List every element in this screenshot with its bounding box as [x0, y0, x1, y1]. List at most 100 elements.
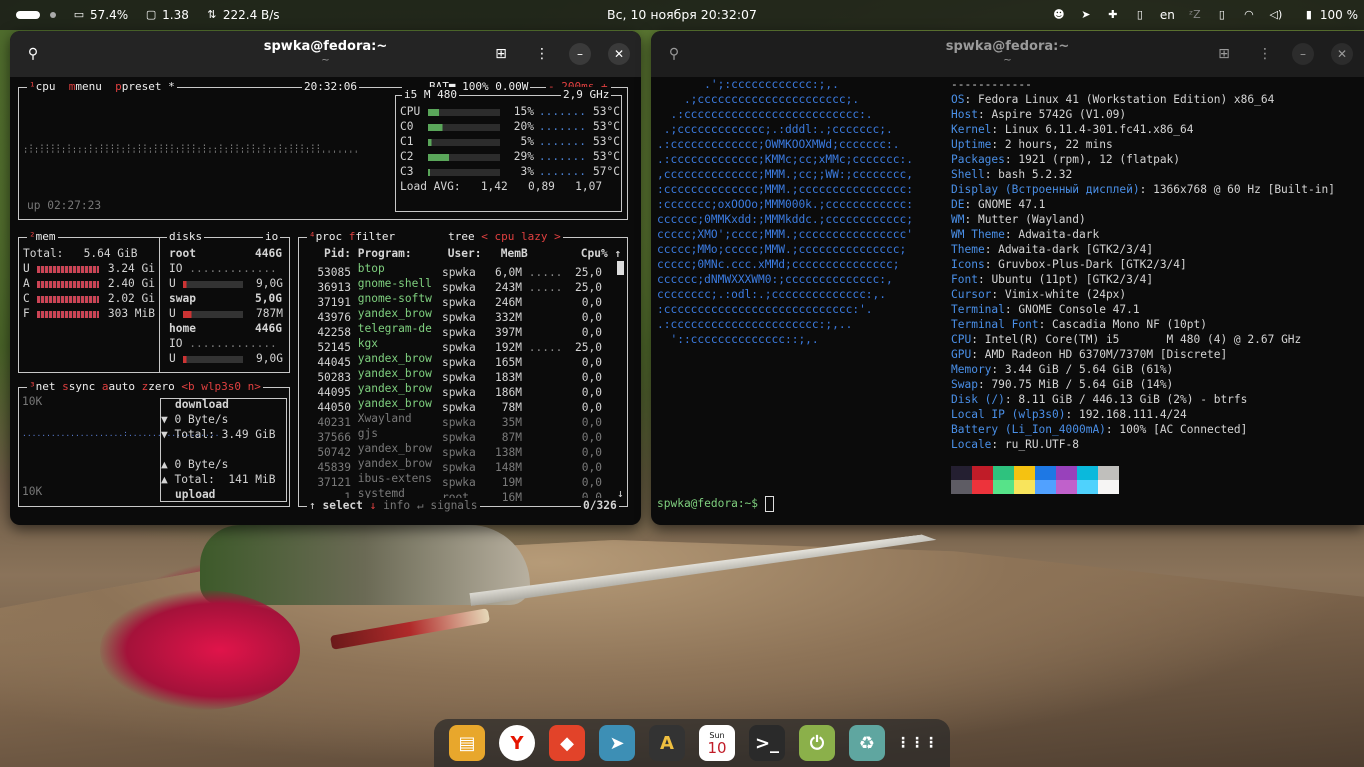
upload-rate: ▲ 0 Byte/s [161, 458, 229, 471]
color-swatch [1014, 466, 1035, 480]
info-row: WM Theme: Adwaita-dark [951, 227, 1335, 242]
wifi-icon[interactable]: ◠ [1242, 9, 1256, 21]
process-name: yandex_brow [351, 352, 432, 365]
cpu-box-tabs[interactable]: ¹cpu mmenu ppreset * [27, 79, 177, 94]
process-name: kgx [351, 337, 378, 350]
close-button[interactable]: ✕ [1331, 43, 1353, 65]
core-name: C0 [400, 120, 414, 133]
color-swatch [1077, 466, 1098, 480]
process-row[interactable]: 44045 yandex_brow spwka 165M 0,0 [303, 351, 602, 369]
color-swatch [1014, 480, 1035, 494]
appstore-app[interactable]: A [649, 725, 685, 761]
phone-icon[interactable]: ▯ [1215, 9, 1229, 21]
app-grid-icon: ⋮⋮⋮ [896, 735, 938, 751]
process-row[interactable]: 36913 gnome-shell spwka 243M ..... 25,0 [303, 276, 602, 294]
volume-icon[interactable]: ◁) [1269, 9, 1283, 21]
info-key: Uptime [951, 138, 992, 151]
minimize-button[interactable]: – [1292, 43, 1314, 65]
btop-terminal-window[interactable]: ⚲ spwka@fedora:~ ~ ⊞ ⋮ – ✕ ¹cpu mmenu pp… [10, 31, 641, 525]
menu-icon[interactable]: ⋮ [1250, 39, 1280, 69]
process-row[interactable]: 40231 Xwayland spwka 35M 0,0 [303, 411, 602, 429]
process-row[interactable]: 37191 gnome-softw spwka 246M 0,0 [303, 291, 602, 309]
info-row: Memory: 3.44 GiB / 5.64 GiB (61%) [951, 362, 1335, 377]
power-app[interactable]: ⏻ [799, 725, 835, 761]
cpu-core-panel: i5 M 480 2,9 GHz CPU 15%....... 53°C C0 20%.… [395, 87, 622, 212]
trash-app[interactable]: ♻ [849, 725, 885, 761]
terminal-app[interactable]: >_ [749, 725, 785, 761]
process-row[interactable]: 37121 ibus-extens spwka 19M 0,0 [303, 471, 602, 489]
process-row[interactable]: 53085 btop spwka 6,0M ..... 25,0 [303, 261, 602, 279]
system-tray[interactable]: ☻ ➤ ✚ ▯ en ᶻZ ▯ ◠ ◁) ▮ 100 % [1052, 0, 1358, 30]
battery-icon: ▮ [1305, 8, 1312, 21]
battery-indicator[interactable]: ▮ 100 % [1302, 8, 1358, 22]
info-value: Adwaita-dark [1018, 228, 1100, 241]
net-box-tabs[interactable]: ³net ssync aauto zzero <b wlp3s0 n> [27, 379, 263, 394]
info-key: WM [951, 213, 965, 226]
clipboard-icon[interactable]: ▯ [1133, 9, 1147, 21]
info-row: GPU: AMD Radeon HD 6370M/7370M [Discrete… [951, 347, 1335, 362]
info-key: Host [951, 108, 978, 121]
proc-box-tabs[interactable]: ⁴proc ffilter tree < cpu lazy > [307, 229, 563, 244]
neofetch-window-header[interactable]: ⚲ spwka@fedora:~ ~ ⊞ ⋮ – ✕ [651, 31, 1364, 77]
download-rate: ▼ 0 Byte/s [161, 413, 229, 426]
app-grid[interactable]: ⋮⋮⋮ [896, 725, 938, 761]
disk-swap-size: 5,0G [255, 292, 282, 305]
mem-rows: U 3.24 Gi A 2.40 Gi C 2.02 Gi F 303 MiB [23, 261, 155, 321]
mem-row-value: 2.02 Gi [107, 292, 155, 305]
process-row[interactable]: 50283 yandex_brow spwka 183M 0,0 [303, 366, 602, 384]
process-row[interactable]: 50742 yandex_brow spwka 138M 0,0 [303, 441, 602, 459]
info-sep: : [1004, 303, 1019, 316]
logo-line: '::cccccccccccccc::;,. [657, 333, 819, 346]
process-name: gnome-shell [351, 277, 432, 290]
disk-root-label: root [169, 247, 196, 260]
cpu-core-row: C2 29%....... 53°C [400, 149, 620, 164]
info-key: WM Theme [951, 228, 1005, 241]
telegram-app[interactable]: ➤ [599, 725, 635, 761]
neofetch-terminal-window[interactable]: ⚲ spwka@fedora:~ ~ ⊞ ⋮ – ✕ .';:ccccccccc… [651, 31, 1364, 525]
process-row[interactable]: 52145 kgx spwka 192M ..... 25,0 [303, 336, 602, 354]
process-row[interactable]: 44095 yandex_brow spwka 186M 0,0 [303, 381, 602, 399]
process-row[interactable]: 37566 gjs spwka 87M 0,0 [303, 426, 602, 444]
close-button[interactable]: ✕ [608, 43, 630, 65]
telegram-tray-icon[interactable]: ➤ [1079, 9, 1093, 21]
info-key: Disk (/) [951, 393, 1005, 406]
sleep-icon[interactable]: ᶻZ [1188, 9, 1202, 21]
minimize-button[interactable]: – [569, 43, 591, 65]
info-value: 192.168.111.4/24 [1079, 408, 1187, 421]
proc-footer[interactable]: ↑ select ↓ info ↵ signals [307, 498, 480, 513]
new-tab-icon[interactable]: ⊞ [1209, 39, 1239, 69]
proc-header: Pid: Program: User: MemB Cpu% ↑ [324, 247, 622, 260]
process-row[interactable]: 45839 yandex_brow spwka 148M 0,0 [303, 456, 602, 474]
info-row: Locale: ru_RU.UTF-8 [951, 437, 1335, 452]
menu-icon[interactable]: ⋮ [527, 39, 557, 69]
new-tab-icon[interactable]: ⊞ [486, 39, 516, 69]
process-row[interactable]: 42258 telegram-de spwka 397M 0,0 [303, 321, 602, 339]
logo-line: .:cccccccccccccccccccccc:;,.. [657, 318, 853, 331]
disks-io-title: io [263, 229, 281, 244]
process-row[interactable]: 44050 yandex_brow spwka 78M 0,0 [303, 396, 602, 414]
process-name: gnome-softw [351, 292, 432, 305]
info-row: Battery (Li_Ion_4000mA): 100% [AC Connec… [951, 422, 1335, 437]
yandex-browser-app[interactable]: Y [499, 725, 535, 761]
btop-window-header[interactable]: ⚲ spwka@fedora:~ ~ ⊞ ⋮ – ✕ [10, 31, 641, 77]
proc-scrollbar-thumb[interactable] [617, 261, 624, 275]
gitlab-app[interactable]: ◆ [549, 725, 585, 761]
files-app[interactable]: ▤ [449, 725, 485, 761]
process-row[interactable]: 43976 yandex_brow spwka 332M 0,0 [303, 306, 602, 324]
upload-total: ▲ Total: 141 MiB [161, 473, 276, 486]
extension-icon[interactable]: ✚ [1106, 9, 1120, 21]
core-name: CPU [400, 105, 421, 118]
info-value: 100% [AC Connected] [1119, 423, 1248, 436]
process-list[interactable]: 53085 btop spwka 6,0M ..... 25,0 36913 gnome… [303, 261, 602, 504]
face-icon[interactable]: ☻ [1052, 9, 1066, 21]
info-row: OS: Fedora Linux 41 (Workstation Edition… [951, 92, 1335, 107]
mem-row-bar [37, 280, 99, 288]
core-usage-bar [428, 153, 500, 161]
mem-row-value: 2.40 Gi [107, 277, 155, 290]
info-row: Icons: Gruvbox-Plus-Dark [GTK2/3/4] [951, 257, 1335, 272]
calendar-app[interactable]: Sun 10 [699, 725, 735, 761]
keyboard-layout[interactable]: en [1160, 8, 1175, 22]
shell-prompt[interactable]: spwka@fedora:~$ [657, 496, 774, 512]
info-value: Intel(R) Core(TM) i5 M 480 (4) @ 2.67 GH… [984, 333, 1302, 346]
core-list: CPU 15%....... 53°C C0 20%....... 53°C C1 5%...… [400, 104, 620, 179]
